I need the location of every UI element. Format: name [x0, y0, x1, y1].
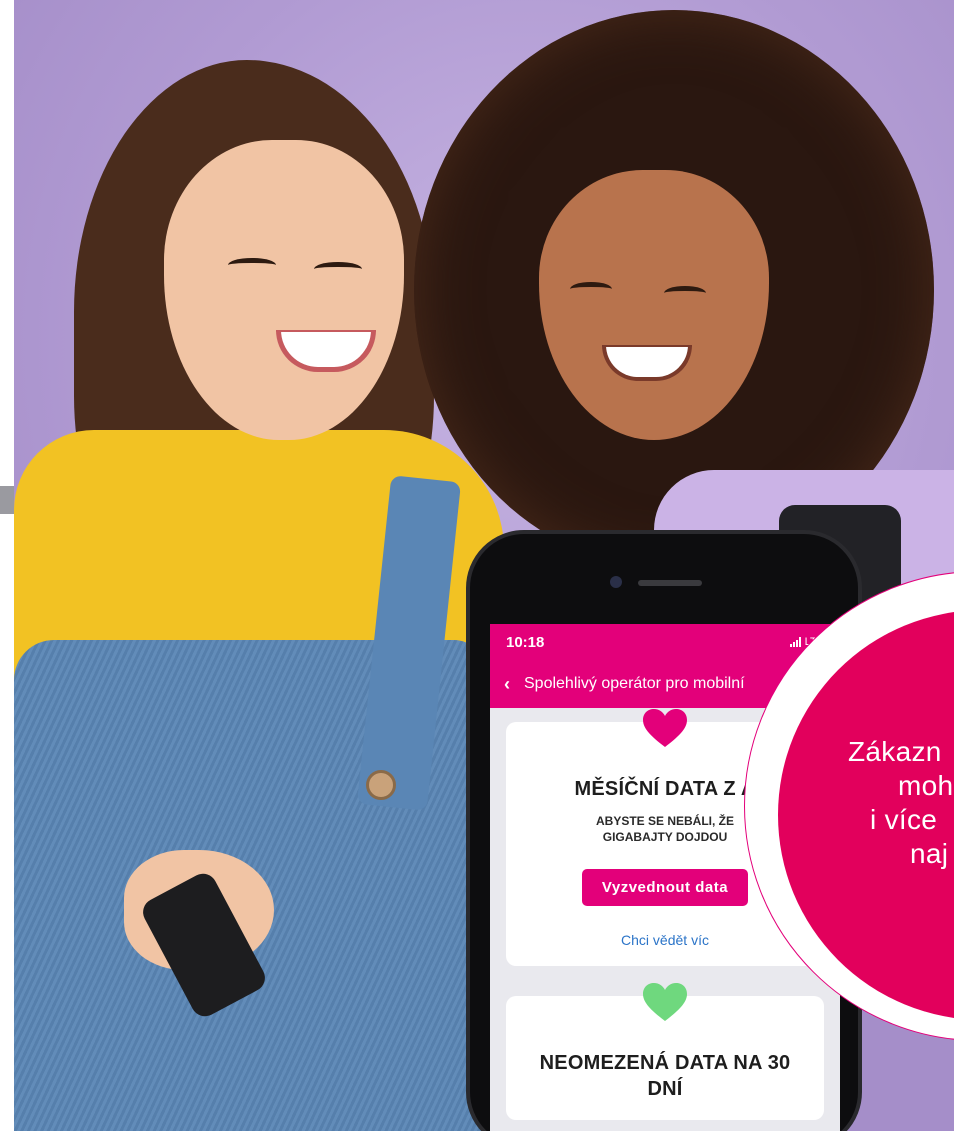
promo-clip: Zákazn moho i více naj — [0, 0, 954, 1131]
promo-line: naj — [910, 838, 949, 869]
promo-line: i více — [870, 804, 938, 835]
promo-text: Zákazn moho i více naj — [840, 735, 954, 871]
promo-line: Zákazn — [848, 736, 942, 767]
promo-line: moho — [898, 770, 954, 801]
